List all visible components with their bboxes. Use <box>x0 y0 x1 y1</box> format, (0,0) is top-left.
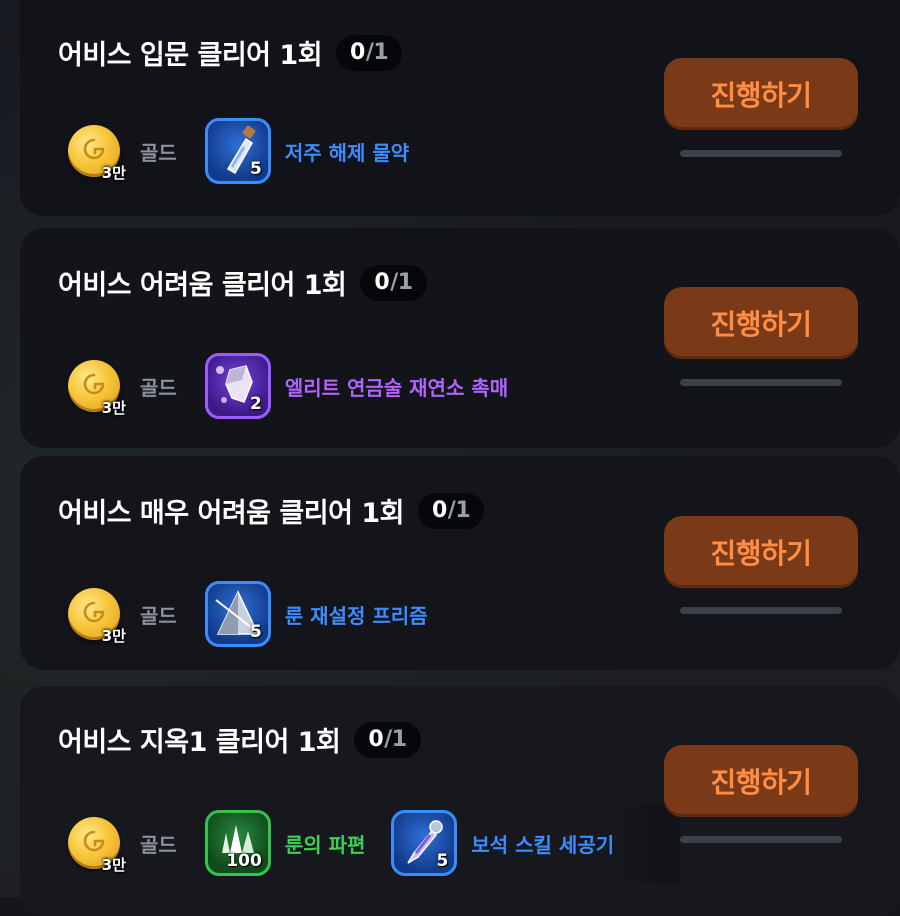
item-name: 룬의 파편 <box>284 832 366 857</box>
quest-title: 어비스 입문 클리어 1회 <box>58 40 323 71</box>
progress-current: 0 <box>431 498 447 523</box>
quest-header: 어비스 지옥1 클리어 1회 0/1 <box>58 720 421 759</box>
item-count: 100 <box>226 851 262 871</box>
gold-coin-icon: 3만 <box>68 360 126 417</box>
gold-amount: 3만 <box>101 627 126 645</box>
progress-counter: 0/1 <box>354 721 421 758</box>
proceed-button[interactable]: 진행하기 <box>664 287 858 359</box>
item-count: 5 <box>436 851 449 871</box>
progress-total: /1 <box>384 727 407 752</box>
item-name: 엘리트 연금술 재연소 촉매 <box>284 375 509 400</box>
item-count: 2 <box>249 394 262 414</box>
progress-total: /1 <box>447 498 471 523</box>
reward-list: 3만 골드 100 룬의 파편 5 보석 스킬 세공기 <box>68 807 640 879</box>
gold-label: 골드 <box>140 140 177 165</box>
gold-amount: 3만 <box>101 399 126 417</box>
gold-coin-icon: 3만 <box>68 125 126 182</box>
reward-overflow-fade <box>610 803 680 883</box>
reward-item[interactable]: 5 <box>391 810 458 876</box>
proceed-button[interactable]: 진행하기 <box>664 745 858 817</box>
reward-item[interactable]: 100 <box>204 810 271 876</box>
quest-title: 어비스 매우 어려움 클리어 1회 <box>58 498 404 529</box>
gold-label: 골드 <box>140 603 177 628</box>
gold-coin-icon: 3만 <box>68 588 126 645</box>
reward-list: 3만 골드 2 엘리트 연금술 재연소 촉매 <box>68 350 534 422</box>
gold-label: 골드 <box>140 832 177 857</box>
progress-bar <box>680 607 842 614</box>
gold-coin-icon: 3만 <box>68 817 126 874</box>
quest-header: 어비스 매우 어려움 클리어 1회 0/1 <box>58 491 485 530</box>
quest-title: 어비스 지옥1 클리어 1회 <box>58 727 341 758</box>
reward-item[interactable]: 5 <box>204 581 271 647</box>
reward-list: 3만 골드 5 저주 해제 물약 <box>68 115 435 187</box>
progress-total: /1 <box>365 40 389 65</box>
progress-current: 0 <box>368 727 384 752</box>
quest-header: 어비스 입문 클리어 1회 0/1 <box>58 33 403 72</box>
gold-amount: 3만 <box>101 164 126 182</box>
progress-current: 0 <box>374 270 390 295</box>
quest-header: 어비스 어려움 클리어 1회 0/1 <box>58 263 427 302</box>
item-count: 5 <box>249 622 262 642</box>
progress-counter: 0/1 <box>336 34 403 71</box>
item-name: 저주 해제 물약 <box>284 140 410 165</box>
reward-list: 3만 골드 5 룬 재설정 프리즘 <box>68 578 454 650</box>
item-name: 룬 재설정 프리즘 <box>284 603 428 628</box>
proceed-button[interactable]: 진행하기 <box>664 516 858 588</box>
progress-counter: 0/1 <box>360 264 427 301</box>
proceed-button[interactable]: 진행하기 <box>664 58 858 130</box>
reward-item[interactable]: 5 <box>204 118 271 184</box>
progress-counter: 0/1 <box>417 492 485 529</box>
item-name: 보석 스킬 세공기 <box>471 832 615 857</box>
progress-bar <box>680 379 842 386</box>
quest-title: 어비스 어려움 클리어 1회 <box>58 270 347 301</box>
item-count: 5 <box>249 159 262 179</box>
reward-item[interactable]: 2 <box>204 353 271 419</box>
gold-label: 골드 <box>140 375 177 400</box>
progress-current: 0 <box>350 40 365 65</box>
gold-amount: 3만 <box>101 856 126 874</box>
progress-bar <box>680 836 842 843</box>
progress-total: /1 <box>390 270 413 295</box>
progress-bar <box>680 150 842 157</box>
